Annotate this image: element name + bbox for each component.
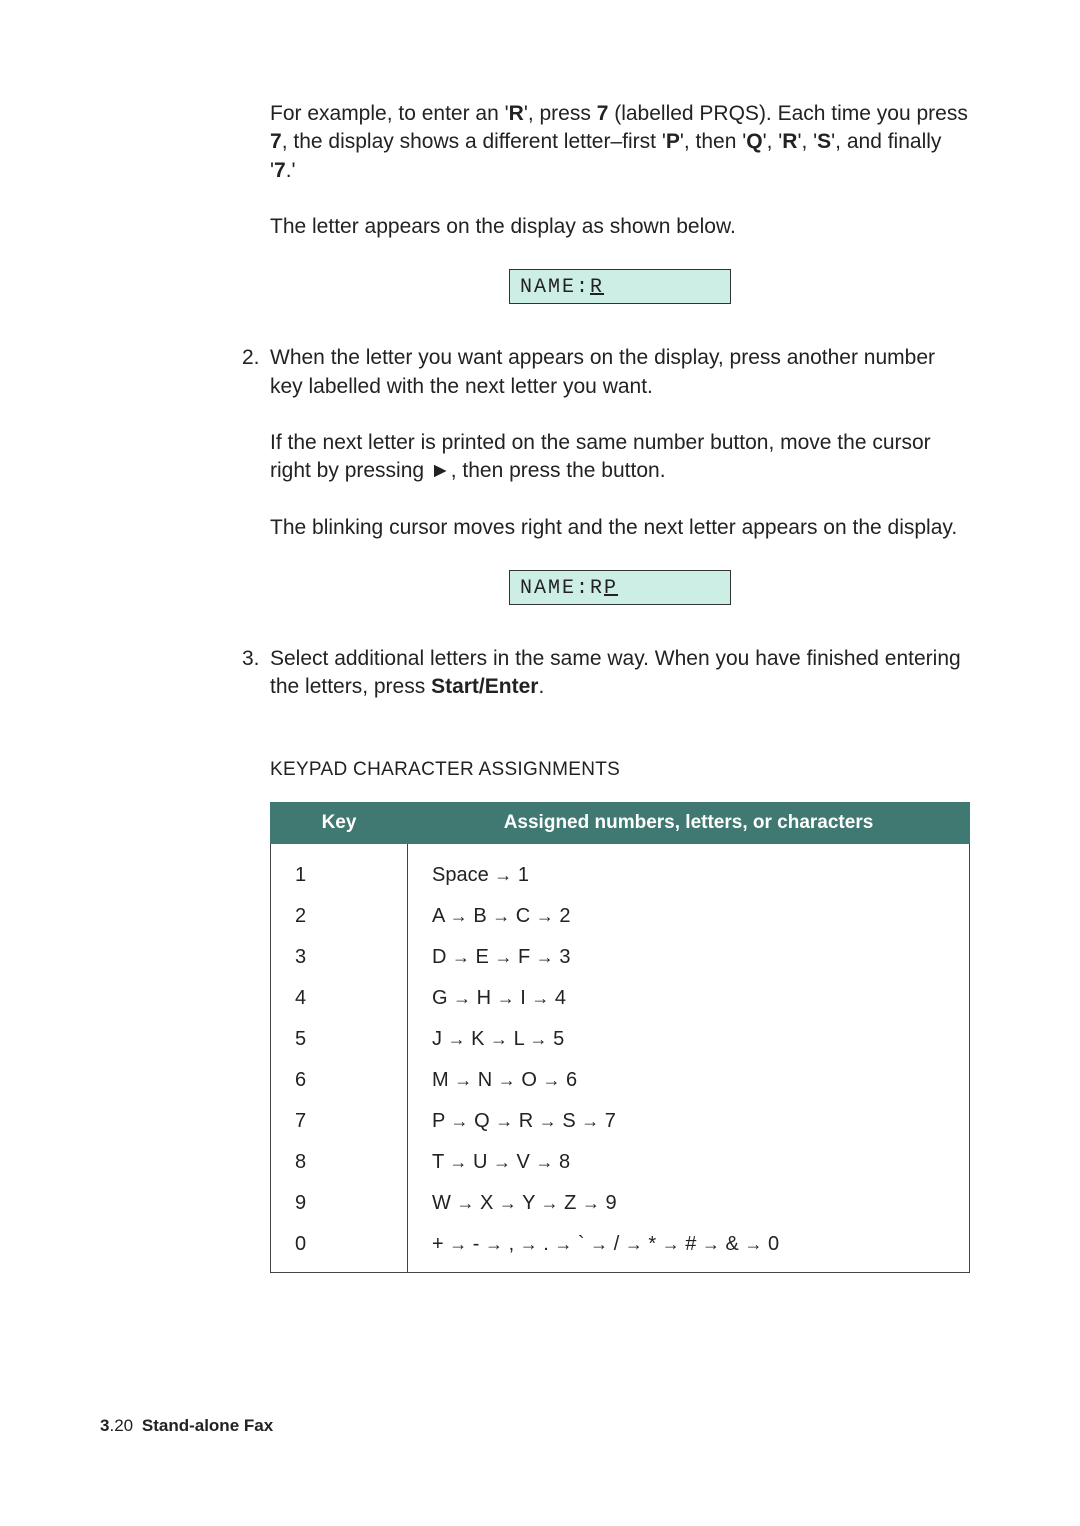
text: ', ' bbox=[797, 130, 817, 153]
cell-assignments: P → Q → R → S → 7 bbox=[408, 1101, 970, 1142]
table-row: 4G → H → I → 4 bbox=[271, 978, 970, 1019]
lcd-text: NAME:R bbox=[520, 577, 604, 600]
cell-key: 6 bbox=[271, 1060, 408, 1101]
content-column: For example, to enter an 'R', press 7 (l… bbox=[270, 100, 970, 1273]
table-row: 0+ → - → , → . → ` → / → * → # → & → 0 bbox=[271, 1224, 970, 1273]
table-row: 2A → B → C → 2 bbox=[271, 896, 970, 937]
cell-key: 3 bbox=[271, 937, 408, 978]
th-assignments: Assigned numbers, letters, or characters bbox=[408, 803, 970, 844]
paragraph-step2b: If the next letter is printed on the sam… bbox=[270, 429, 970, 486]
lcd-cursor-char: P bbox=[604, 577, 618, 600]
text: .' bbox=[286, 159, 296, 182]
paragraph-letter-appears: The letter appears on the display as sho… bbox=[270, 213, 970, 241]
cell-key: 0 bbox=[271, 1224, 408, 1273]
text: (labelled PRQS). Each time you press bbox=[608, 102, 967, 125]
text: . bbox=[538, 675, 544, 698]
cell-assignments: D → E → F → 3 bbox=[408, 937, 970, 978]
table-row: 9W → X → Y → Z → 9 bbox=[271, 1183, 970, 1224]
text: , the display shows a different letter–f… bbox=[282, 130, 666, 153]
step-number: 3. bbox=[242, 645, 260, 673]
step-3: 3. Select additional letters in the same… bbox=[270, 645, 970, 702]
text: , then press the button. bbox=[451, 459, 666, 482]
keypad-table: Key Assigned numbers, letters, or charac… bbox=[270, 802, 970, 1273]
page-number: 3.20 bbox=[100, 1416, 133, 1435]
cell-key: 4 bbox=[271, 978, 408, 1019]
bold-char: R bbox=[509, 102, 524, 125]
page-number-value: 20 bbox=[114, 1416, 133, 1435]
bold-char: 7 bbox=[270, 130, 282, 153]
text: For example, to enter an ' bbox=[270, 102, 509, 125]
cell-assignments: T → U → V → 8 bbox=[408, 1142, 970, 1183]
table-row: 1Space → 1 bbox=[271, 844, 970, 897]
bold-char: S bbox=[817, 130, 831, 153]
cell-key: 5 bbox=[271, 1019, 408, 1060]
text: ', ' bbox=[763, 130, 783, 153]
table-row: 5J → K → L → 5 bbox=[271, 1019, 970, 1060]
text: ', then ' bbox=[680, 130, 746, 153]
cell-assignments: W → X → Y → Z → 9 bbox=[408, 1183, 970, 1224]
bold-key: Start/Enter bbox=[431, 675, 538, 698]
lcd-cursor-char: R bbox=[590, 276, 604, 299]
bold-char: Q bbox=[746, 130, 762, 153]
th-key: Key bbox=[271, 803, 408, 844]
text: ', press bbox=[524, 102, 597, 125]
cell-assignments: J → K → L → 5 bbox=[408, 1019, 970, 1060]
cell-assignments: Space → 1 bbox=[408, 844, 970, 897]
table-row: 8T → U → V → 8 bbox=[271, 1142, 970, 1183]
cell-key: 1 bbox=[271, 844, 408, 897]
lcd-display: NAME:R bbox=[509, 269, 731, 304]
cell-key: 8 bbox=[271, 1142, 408, 1183]
cell-key: 9 bbox=[271, 1183, 408, 1224]
step-text: When the letter you want appears on the … bbox=[270, 346, 935, 397]
lcd-display: NAME:RP bbox=[509, 570, 731, 605]
bold-char: P bbox=[666, 130, 680, 153]
cell-key: 7 bbox=[271, 1101, 408, 1142]
table-row: 7P → Q → R → S → 7 bbox=[271, 1101, 970, 1142]
cell-key: 2 bbox=[271, 896, 408, 937]
page-footer: 3.20 Stand-alone Fax bbox=[100, 1416, 273, 1436]
cell-assignments: + → - → , → . → ` → / → * → # → & → 0 bbox=[408, 1224, 970, 1273]
cell-assignments: A → B → C → 2 bbox=[408, 896, 970, 937]
bold-char: R bbox=[782, 130, 797, 153]
footer-title: Stand-alone Fax bbox=[142, 1416, 273, 1435]
step-number: 2. bbox=[242, 344, 260, 372]
table-row: 3D → E → F → 3 bbox=[271, 937, 970, 978]
page-body: For example, to enter an 'R', press 7 (l… bbox=[0, 0, 1080, 1333]
step-2: 2. When the letter you want appears on t… bbox=[270, 344, 970, 401]
table-row: 6M → N → O → 6 bbox=[271, 1060, 970, 1101]
bold-char: 7 bbox=[274, 159, 286, 182]
lcd-text: NAME: bbox=[520, 276, 590, 299]
cell-assignments: G → H → I → 4 bbox=[408, 978, 970, 1019]
bold-char: 7 bbox=[597, 102, 609, 125]
text: Select additional letters in the same wa… bbox=[270, 647, 961, 698]
right-arrow-icon: ► bbox=[430, 459, 451, 482]
paragraph-step2c: The blinking cursor moves right and the … bbox=[270, 514, 970, 542]
paragraph-example: For example, to enter an 'R', press 7 (l… bbox=[270, 100, 970, 185]
section-heading: KEYPAD CHARACTER ASSIGNMENTS bbox=[270, 757, 970, 783]
cell-assignments: M → N → O → 6 bbox=[408, 1060, 970, 1101]
